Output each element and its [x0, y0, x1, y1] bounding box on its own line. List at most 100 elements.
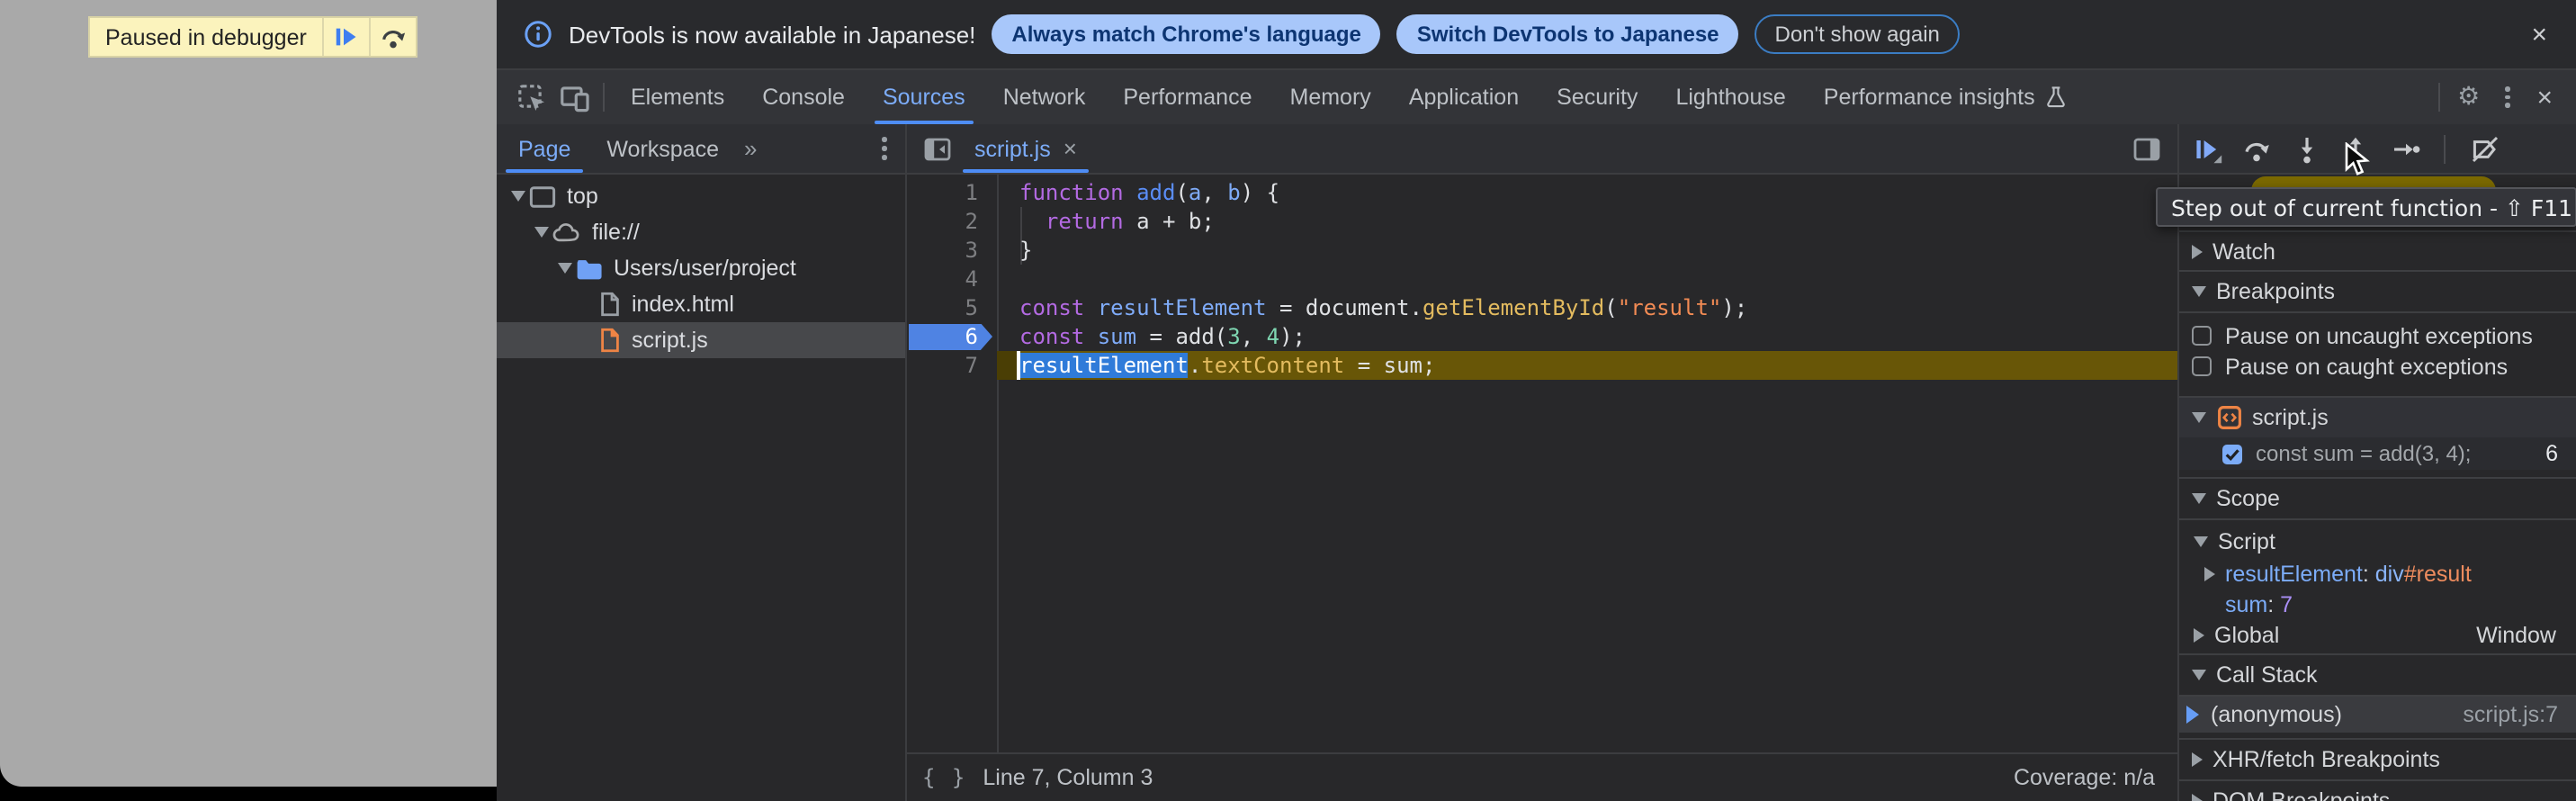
notification-close-button[interactable]: ×: [2524, 17, 2554, 51]
code-line-5[interactable]: 5const resultElement = document.getEleme…: [906, 293, 2177, 322]
mouse-cursor-icon: [2345, 142, 2370, 178]
resume-script-icon[interactable]: [2189, 130, 2225, 166]
call-stack-label: Call Stack: [2216, 662, 2318, 688]
tab-security[interactable]: Security: [1538, 70, 1656, 124]
breakpoint-flag-icon[interactable]: [908, 323, 992, 350]
tab-performance-insights[interactable]: Performance insights: [1805, 70, 2087, 124]
deactivate-breakpoints-icon[interactable]: [2466, 130, 2502, 166]
colon: :: [2363, 561, 2375, 586]
code-line-1[interactable]: 1function add(a, b) {: [906, 178, 2177, 207]
code-line-6[interactable]: 6const sum = add(3, 4);: [906, 322, 2177, 351]
breakpoint-entry[interactable]: const sum = add(3, 4); 6: [2178, 437, 2576, 470]
navigator-tab-workspace[interactable]: Workspace: [588, 124, 737, 173]
toggle-debugger-sidebar-icon[interactable]: [2124, 124, 2168, 173]
code-token: const: [1019, 324, 1084, 349]
tab-memory[interactable]: Memory: [1271, 70, 1390, 124]
section-watch[interactable]: Watch: [2178, 230, 2576, 270]
code-token: textContent: [1201, 353, 1344, 378]
section-breakpoints[interactable]: Breakpoints: [2178, 270, 2576, 313]
inspect-icon[interactable]: [509, 77, 552, 117]
line-number-7[interactable]: 7: [906, 351, 996, 380]
editor-statusbar: { } Line 7, Column 3 Coverage: n/a: [906, 752, 2177, 801]
divider: [2437, 83, 2439, 112]
tree-item-script-js[interactable]: script.js: [497, 322, 904, 358]
navigator-tab-page[interactable]: Page: [500, 124, 588, 173]
code-line-4[interactable]: 4: [906, 265, 2177, 293]
step-over-banner-button[interactable]: [372, 18, 417, 56]
scope-var-sum[interactable]: sum: 7: [2178, 589, 2576, 619]
chevron-right-icon: [2191, 244, 2202, 258]
tab-lighthouse[interactable]: Lighthouse: [1656, 70, 1804, 124]
step-over-icon[interactable]: [2239, 130, 2275, 166]
code-line-3[interactable]: 3}: [906, 236, 2177, 265]
devtools-close-button[interactable]: ×: [2524, 82, 2565, 112]
colon: :: [2267, 591, 2280, 616]
pause-uncaught-label: Pause on uncaught exceptions: [2225, 323, 2533, 348]
pause-on-caught-row[interactable]: Pause on caught exceptions: [2178, 351, 2576, 382]
scope-global-group[interactable]: Global Window: [2178, 619, 2576, 652]
chevron-down-icon[interactable]: [554, 263, 576, 274]
panel-tabs: Elements Console SourcesNetwork Performance…: [612, 70, 2087, 124]
tab-network[interactable]: Network: [984, 70, 1105, 124]
call-stack-frame[interactable]: (anonymous) script.js:7: [2178, 697, 2576, 733]
dont-show-again-button[interactable]: Don't show again: [1755, 14, 1960, 54]
breakpoint-checkbox-checked[interactable]: [2221, 444, 2241, 464]
chevron-down-icon[interactable]: [531, 227, 552, 238]
section-scope[interactable]: Scope: [2178, 477, 2576, 520]
scope-script-group[interactable]: Script: [2178, 526, 2576, 558]
pause-caught-checkbox[interactable]: [2191, 356, 2211, 376]
tree-item-file-[interactable]: file://: [497, 214, 904, 250]
tab-performance[interactable]: Performance: [1104, 70, 1270, 124]
pause-on-uncaught-row[interactable]: Pause on uncaught exceptions: [2178, 320, 2576, 351]
code-line-7[interactable]: 7resultElement.textContent = sum;: [906, 351, 2177, 380]
resume-script-button[interactable]: [325, 18, 370, 56]
navigator-kebab-icon[interactable]: [867, 138, 901, 159]
code-token: getElementById: [1423, 295, 1604, 320]
tree-item-index-html[interactable]: index.html: [497, 286, 904, 322]
line-number-4[interactable]: 4: [906, 265, 996, 293]
settings-gear-icon[interactable]: ⚙: [2446, 83, 2491, 112]
chevron-down-icon[interactable]: [507, 191, 529, 202]
toggle-navigator-panel-icon[interactable]: [915, 129, 958, 168]
line-number-2[interactable]: 2: [906, 207, 996, 236]
tab-console[interactable]: Console: [743, 70, 864, 124]
tree-item-users-user-project[interactable]: Users/user/project: [497, 250, 904, 286]
more-options-kebab-icon[interactable]: [2491, 86, 2524, 108]
pause-uncaught-checkbox[interactable]: [2191, 326, 2211, 346]
pretty-print-icon[interactable]: { }: [922, 765, 966, 790]
tab-application[interactable]: Application: [1390, 70, 1538, 124]
line-number-5[interactable]: 5: [906, 293, 996, 322]
scope-global-label: Global: [2214, 623, 2279, 648]
always-match-language-button[interactable]: Always match Chrome's language: [992, 14, 1381, 54]
breakpoint-code: const sum = add(3, 4);: [2256, 441, 2471, 466]
line-number-3[interactable]: 3: [906, 236, 996, 265]
debugger-sections: Watch Breakpoints Pause on uncaught exce…: [2178, 175, 2576, 801]
navigator-overflow-chevron[interactable]: »: [737, 135, 764, 162]
editor-tab-close-icon[interactable]: ×: [1064, 135, 1077, 162]
code-token: add: [1136, 180, 1175, 205]
scope-var-resultelement[interactable]: resultElement: div#result: [2178, 558, 2576, 589]
device-toolbar-icon[interactable]: [552, 77, 596, 117]
breakpoint-file-group[interactable]: script.js: [2178, 396, 2576, 437]
step-into-icon[interactable]: [2288, 130, 2324, 166]
step-icon[interactable]: [2387, 130, 2423, 166]
tab-label: Console: [762, 85, 845, 110]
line-number-1[interactable]: 1: [906, 178, 996, 207]
tab-label: Lighthouse: [1675, 85, 1785, 110]
xhr-breakpoints-label: XHR/fetch Breakpoints: [2212, 747, 2440, 772]
section-xhr-breakpoints[interactable]: XHR/fetch Breakpoints: [2178, 738, 2576, 781]
tab-label: Performance: [1123, 85, 1252, 110]
code-editor[interactable]: 1function add(a, b) {2 return a + b;3}45…: [906, 175, 2177, 752]
tab-elements[interactable]: Elements: [612, 70, 743, 124]
editor-tab-scriptjs[interactable]: script.js ×: [958, 124, 1093, 173]
section-dom-breakpoints[interactable]: DOM Breakpoints: [2178, 781, 2576, 801]
code-line-2[interactable]: 2 return a + b;: [906, 207, 2177, 236]
line-number-6[interactable]: 6: [906, 322, 996, 351]
tree-item-top[interactable]: top: [497, 178, 904, 214]
tab-sources[interactable]: Sources: [864, 70, 984, 124]
editor-pane: script.js × 1function add(a, b) {2 retur…: [906, 124, 2178, 801]
code-token: ) {: [1241, 180, 1279, 205]
scope-var-value-id: #result: [2404, 561, 2472, 586]
section-call-stack[interactable]: Call Stack: [2178, 653, 2576, 697]
switch-to-japanese-button[interactable]: Switch DevTools to Japanese: [1397, 14, 1739, 54]
